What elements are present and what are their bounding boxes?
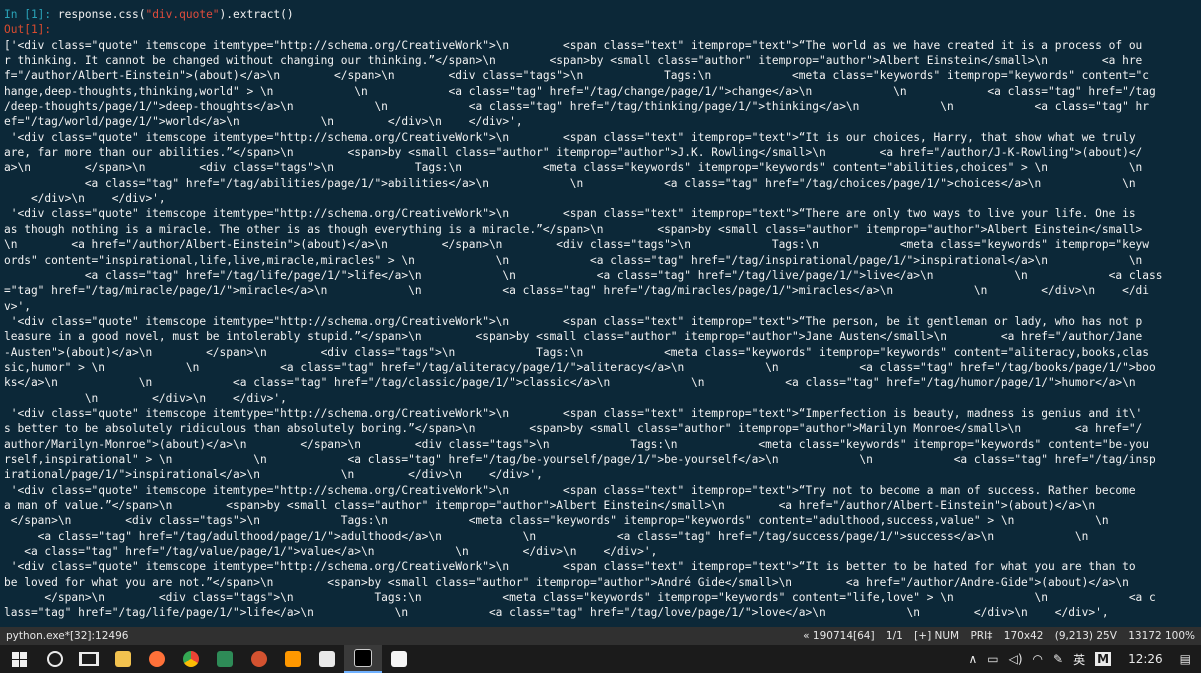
output-line: /deep-thoughts/page/1/">deep-thoughts</a… bbox=[4, 100, 1150, 114]
output-line: r thinking. It cannot be changed without… bbox=[4, 54, 1143, 68]
notepad-icon bbox=[391, 651, 407, 667]
chrome-icon bbox=[183, 651, 199, 667]
status-mode: [+] NUM bbox=[914, 630, 960, 642]
clock[interactable]: 12:26 bbox=[1128, 652, 1163, 666]
output-line: f="/author/Albert-Einstein">(about)</a>\… bbox=[4, 69, 1150, 83]
out-prompt: Out[1]: bbox=[4, 23, 52, 37]
taskbar-app-sublime[interactable] bbox=[276, 645, 310, 673]
output-line: <a class="tag" href="/tag/value/page/1/"… bbox=[4, 545, 658, 559]
output-line: rself,inspirational" > \n \n <a class="t… bbox=[4, 452, 1156, 466]
output-line: are, far more than our abilities.”</span… bbox=[4, 146, 1143, 160]
output-line: '<div class="quote" itemscope itemtype="… bbox=[4, 314, 1143, 328]
start-button[interactable] bbox=[0, 645, 38, 673]
output-line: '<div class="quote" itemscope itemtype="… bbox=[4, 406, 1143, 420]
search-circle-icon bbox=[47, 651, 63, 667]
command-pre: response.css( bbox=[51, 8, 146, 21]
clapperboard-icon bbox=[319, 651, 335, 667]
taskbar-app-chrome[interactable] bbox=[174, 645, 208, 673]
powerpoint-icon bbox=[251, 651, 267, 667]
ime-language[interactable]: 英 bbox=[1073, 651, 1085, 668]
windows-taskbar: ∧ ▭ ◁) ◠ ✎ 英 M 12:26 ▤ bbox=[0, 645, 1201, 673]
status-size: 170x42 bbox=[1003, 630, 1044, 642]
output-line: </span>\n <div class="tags">\n Tags:\n <… bbox=[4, 591, 1156, 605]
status-memory: 13172 100% bbox=[1128, 630, 1195, 642]
output-line: <a class="tag" href="/tag/life/page/1/">… bbox=[4, 268, 1163, 282]
output-line: leasure in a good novel, must be intoler… bbox=[4, 330, 1143, 344]
output-line: \n </div>\n </div>', bbox=[4, 391, 287, 405]
battery-icon[interactable]: ▭ bbox=[987, 652, 998, 666]
output-line: s better to be absolutely ridiculous tha… bbox=[4, 422, 1143, 436]
status-build: « 190714[64] bbox=[803, 630, 875, 642]
output-line: irational/page/1/">inspirational</a>\n \… bbox=[4, 468, 543, 482]
chevron-up-icon[interactable]: ∧ bbox=[968, 652, 977, 666]
taskbar-app-terminal[interactable] bbox=[208, 645, 242, 673]
system-tray: ∧ ▭ ◁) ◠ ✎ 英 M 12:26 ▤ bbox=[963, 645, 1201, 673]
status-priority: PRI‡ bbox=[970, 630, 993, 642]
console-icon bbox=[354, 649, 372, 667]
notification-icon[interactable]: ▤ bbox=[1180, 652, 1191, 666]
output-line: as though nothing is a miracle. The othe… bbox=[4, 222, 1143, 236]
taskbar-app-video[interactable] bbox=[310, 645, 344, 673]
console-text-area[interactable]: In [1]: response.css("div.quote").extrac… bbox=[0, 0, 1201, 621]
output-block: ['<div class="quote" itemscope itemtype=… bbox=[4, 38, 1201, 621]
output-line: be loved for what you are not.”</span>\n… bbox=[4, 575, 1129, 589]
output-line: -Austen">(about)</a>\n </span>\n <div cl… bbox=[4, 345, 1150, 359]
firefox-icon bbox=[149, 651, 165, 667]
console-window[interactable]: In [1]: response.css("div.quote").extrac… bbox=[0, 0, 1201, 627]
taskbar-app-firefox[interactable] bbox=[140, 645, 174, 673]
windows-logo-icon bbox=[11, 651, 27, 667]
pen-icon[interactable]: ✎ bbox=[1053, 652, 1063, 666]
output-line: lass="tag" href="/tag/life/page/1/">life… bbox=[4, 606, 1109, 620]
terminal-icon bbox=[217, 651, 233, 667]
output-line: hange,deep-thoughts,thinking,world" > \n… bbox=[4, 84, 1156, 98]
status-right: « 190714[64] 1/1 [+] NUM PRI‡ 170x42 (9,… bbox=[795, 630, 1195, 642]
ime-mode[interactable]: M bbox=[1095, 652, 1112, 666]
status-pane: 1/1 bbox=[885, 630, 903, 642]
input-line: In [1]: response.css("div.quote").extrac… bbox=[4, 7, 1201, 22]
taskbar-app-file-explorer[interactable] bbox=[106, 645, 140, 673]
output-line: ords" content="inspirational,life,live,m… bbox=[4, 253, 1143, 267]
output-prompt-line: Out[1]: bbox=[4, 22, 1201, 37]
output-line: </span>\n <div class="tags">\n Tags:\n <… bbox=[4, 514, 1109, 528]
output-line: <a class="tag" href="/tag/adulthood/page… bbox=[4, 529, 1089, 543]
taskbar-app-notepad[interactable] bbox=[382, 645, 416, 673]
folder-icon bbox=[115, 651, 131, 667]
sublime-text-icon bbox=[285, 651, 301, 667]
wifi-icon[interactable]: ◠ bbox=[1033, 652, 1043, 666]
output-line: ['<div class="quote" itemscope itemtype=… bbox=[4, 38, 1143, 52]
console-status-bar: python.exe*[32]:12496 « 190714[64] 1/1 [… bbox=[0, 627, 1201, 645]
output-line: '<div class="quote" itemscope itemtype="… bbox=[4, 560, 1136, 574]
search-button[interactable] bbox=[38, 645, 72, 673]
command-string: "div.quote" bbox=[145, 8, 220, 21]
output-line: <a class="tag" href="/tag/abilities/page… bbox=[4, 176, 1136, 190]
volume-icon[interactable]: ◁) bbox=[1009, 652, 1023, 666]
status-cursor: (9,213) 25V bbox=[1054, 630, 1117, 642]
task-view-icon bbox=[79, 652, 99, 666]
output-line: author/Marilyn-Monroe">(about)</a>\n </s… bbox=[4, 437, 1150, 451]
task-view-button[interactable] bbox=[72, 645, 106, 673]
output-line: '<div class="quote" itemscope itemtype="… bbox=[4, 130, 1136, 144]
output-line: v>', bbox=[4, 299, 31, 313]
output-line: </div>\n </div>', bbox=[4, 192, 166, 206]
taskbar-app-powerpoint[interactable] bbox=[242, 645, 276, 673]
output-line: \n <a href="/author/Albert-Einstein">(ab… bbox=[4, 238, 1150, 252]
output-line: '<div class="quote" itemscope itemtype="… bbox=[4, 483, 1136, 497]
output-line: ks</a>\n \n <a class="tag" href="/tag/cl… bbox=[4, 376, 1136, 390]
output-line: sic,humor" > \n \n <a class="tag" href="… bbox=[4, 360, 1156, 374]
output-line: ef="/tag/world/page/1/">world</a>\n \n <… bbox=[4, 115, 523, 129]
output-line: a>\n </span>\n <div class="tags">\n Tags… bbox=[4, 161, 1143, 175]
status-process: python.exe*[32]:12496 bbox=[6, 630, 129, 642]
in-prompt: In [1]: bbox=[4, 8, 52, 21]
output-line: ="tag" href="/tag/miracle/page/1/">mirac… bbox=[4, 284, 1150, 298]
output-line: a man of value.”</span>\n <span>by <smal… bbox=[4, 499, 1096, 512]
output-line: '<div class="quote" itemscope itemtype="… bbox=[4, 207, 1136, 221]
command-post: ).extract() bbox=[219, 8, 294, 21]
taskbar-app-console[interactable] bbox=[344, 645, 382, 673]
